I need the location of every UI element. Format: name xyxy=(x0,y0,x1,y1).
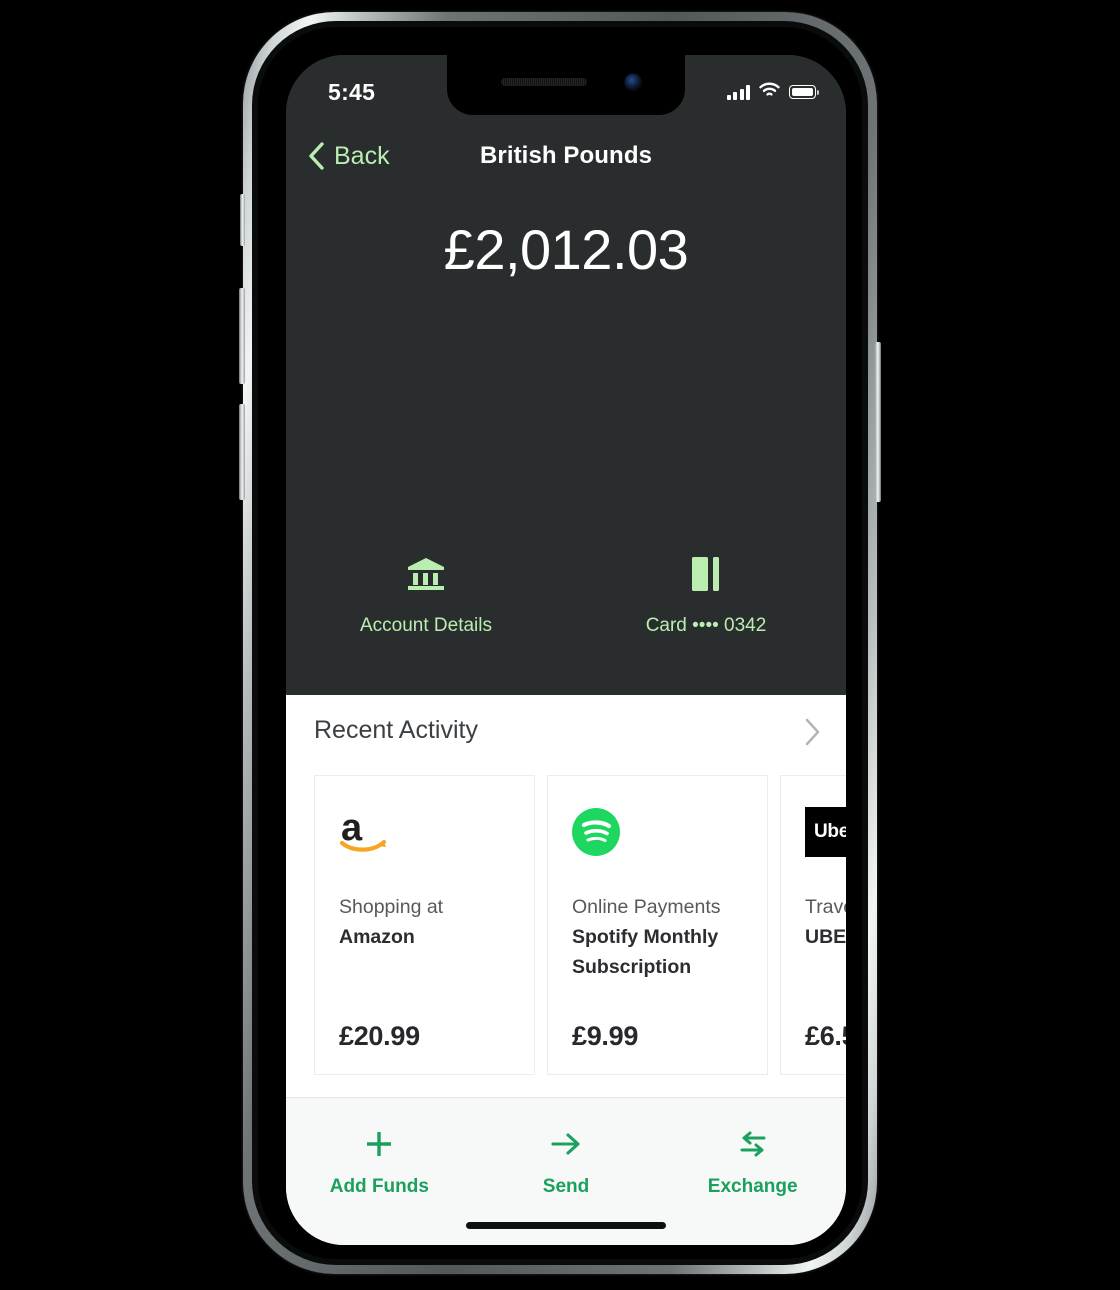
navigation-bar: British Pounds Back xyxy=(286,127,846,185)
screenshot-stage: British Pounds Back £2,012.03 Account De… xyxy=(0,0,1120,1290)
transaction-amount: £6.50 xyxy=(805,1021,846,1051)
back-button[interactable]: Back xyxy=(308,142,390,171)
back-button-label: Back xyxy=(334,141,390,170)
account-balance: £2,012.03 xyxy=(443,218,689,281)
transaction-card-uber[interactable]: Uber Travel UBER £6.50 xyxy=(780,775,846,1075)
silence-switch-button[interactable] xyxy=(240,194,245,246)
bank-icon xyxy=(407,555,445,593)
transaction-amount: £9.99 xyxy=(572,1021,639,1051)
card-shortcut[interactable]: Card •••• 0342 xyxy=(566,555,846,637)
transaction-category: Online Payments xyxy=(572,896,721,918)
transaction-cards-strip[interactable]: a Shopping at Amazon £20.99 Online Payme… xyxy=(314,775,846,1075)
card-label: Card •••• 0342 xyxy=(645,615,767,636)
phone-device-frame: British Pounds Back £2,012.03 Account De… xyxy=(239,12,881,1274)
cellular-signal-icon xyxy=(726,84,750,100)
recent-activity-title: Recent Activity xyxy=(314,715,478,744)
transaction-description: Online Payments Spotify Monthly Subscrip… xyxy=(572,892,743,1021)
battery-icon xyxy=(789,85,820,99)
uber-logo-icon: Uber xyxy=(805,800,846,864)
account-details-shortcut[interactable]: Account Details xyxy=(286,555,566,637)
transaction-description: Travel UBER xyxy=(805,892,846,1021)
uber-logo-text: Uber xyxy=(805,807,846,857)
wifi-icon xyxy=(759,82,780,103)
spotify-logo-icon xyxy=(572,800,743,864)
arrow-right-icon xyxy=(550,1128,582,1160)
transaction-card-spotify[interactable]: Online Payments Spotify Monthly Subscrip… xyxy=(547,775,768,1075)
transaction-amount: £20.99 xyxy=(339,1021,420,1051)
volume-up-button[interactable] xyxy=(239,288,245,384)
recent-activity-sheet: Recent Activity a Shopping at Amazon £20… xyxy=(286,695,846,1245)
recent-activity-header: Recent Activity xyxy=(286,695,846,765)
transaction-category: Travel xyxy=(805,896,846,918)
account-shortcuts-row: Account Details Card •••• 0342 xyxy=(286,555,846,637)
status-bar-clock: 5:45 xyxy=(328,78,376,105)
transaction-category: Shopping at xyxy=(339,896,444,918)
account-header-panel: British Pounds Back £2,012.03 Account De… xyxy=(286,55,846,695)
transaction-merchant: Spotify Monthly Subscription xyxy=(572,926,719,978)
front-camera xyxy=(625,74,641,90)
exchange-button[interactable]: Exchange xyxy=(659,1128,846,1198)
exchange-label: Exchange xyxy=(707,1176,798,1197)
add-funds-button[interactable]: Add Funds xyxy=(286,1128,473,1198)
amazon-logo-icon: a xyxy=(339,800,510,864)
chevron-right-icon[interactable] xyxy=(804,717,822,752)
phone-inner-frame: British Pounds Back £2,012.03 Account De… xyxy=(252,21,868,1265)
exchange-arrows-icon xyxy=(737,1128,769,1160)
transaction-card-amazon[interactable]: a Shopping at Amazon £20.99 xyxy=(314,775,535,1075)
volume-down-button[interactable] xyxy=(239,404,245,500)
plus-icon xyxy=(364,1128,394,1160)
phone-screen: British Pounds Back £2,012.03 Account De… xyxy=(286,55,846,1245)
phone-bezel: British Pounds Back £2,012.03 Account De… xyxy=(258,27,862,1259)
add-funds-label: Add Funds xyxy=(329,1176,429,1197)
transaction-merchant: UBER xyxy=(805,926,846,948)
chevron-left-icon xyxy=(308,142,325,170)
earpiece-speaker xyxy=(501,78,587,86)
device-notch xyxy=(447,55,685,115)
transaction-merchant: Amazon xyxy=(339,926,415,948)
send-label: Send xyxy=(542,1176,590,1197)
send-button[interactable]: Send xyxy=(473,1128,660,1198)
home-indicator[interactable] xyxy=(466,1222,666,1229)
status-bar-icons xyxy=(726,82,820,103)
transaction-description: Shopping at Amazon xyxy=(339,892,510,1021)
credit-card-icon xyxy=(692,555,720,593)
account-details-label: Account Details xyxy=(359,615,492,636)
power-button[interactable] xyxy=(875,342,881,502)
